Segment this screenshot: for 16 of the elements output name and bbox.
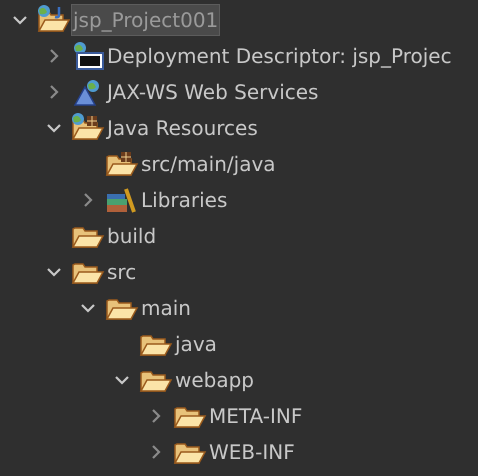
- tree-item-label[interactable]: java: [173, 328, 219, 360]
- tree-item-label[interactable]: Libraries: [139, 184, 230, 216]
- tree-item-label[interactable]: webapp: [173, 364, 256, 396]
- tree-item-label[interactable]: Java Resources: [105, 112, 260, 144]
- descriptor-icon: [71, 41, 105, 71]
- project-folder-icon: [37, 5, 71, 35]
- tree-item-label[interactable]: META-INF: [207, 400, 304, 432]
- tree-item-label[interactable]: src: [105, 256, 138, 288]
- tree-item-label[interactable]: build: [105, 220, 158, 252]
- tree-item-label[interactable]: main: [139, 292, 193, 324]
- tree-item-label[interactable]: Deployment Descriptor: jsp_Projec: [105, 40, 454, 72]
- package-folder-icon: [105, 149, 139, 179]
- java-resources-icon: [71, 113, 105, 143]
- tree-item-label[interactable]: JAX-WS Web Services: [105, 76, 320, 108]
- tree-item-label[interactable]: src/main/java: [139, 148, 278, 180]
- tree-item-label[interactable]: WEB-INF: [207, 436, 297, 468]
